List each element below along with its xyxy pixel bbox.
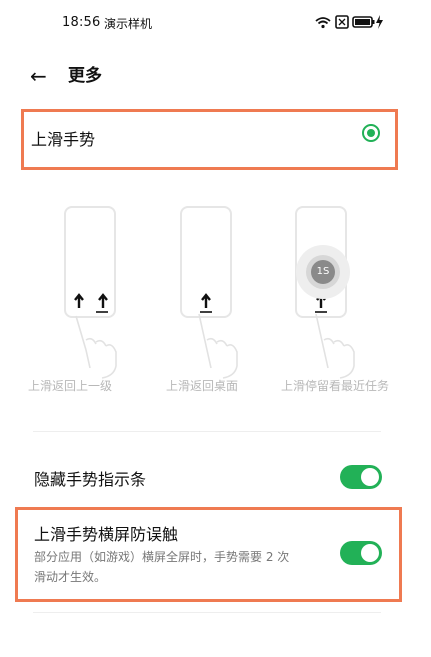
hide-indicator-toggle[interactable] bbox=[340, 465, 382, 489]
hand-swipe-icon bbox=[198, 313, 238, 379]
landscape-guard-toggle[interactable] bbox=[340, 541, 382, 565]
gesture-demos: 上滑返回上一级 上滑返回桌面 1S 上滑停留看最近任务 bbox=[0, 200, 431, 393]
status-time: 18:56 bbox=[62, 15, 101, 30]
arrow-left-icon: ← bbox=[30, 64, 47, 88]
gesture-option-row[interactable]: 上滑手势 bbox=[24, 112, 395, 167]
sim-icon bbox=[335, 15, 349, 29]
radio-selected-icon[interactable] bbox=[362, 124, 380, 142]
up-arrow-icon bbox=[74, 293, 84, 308]
divider bbox=[33, 612, 381, 613]
caption-recent: 上滑停留看最近任务 bbox=[281, 379, 390, 393]
up-arrow-icon bbox=[98, 293, 108, 308]
back-button[interactable]: ← bbox=[30, 64, 47, 88]
divider bbox=[33, 431, 381, 432]
up-arrow-icon bbox=[201, 293, 211, 308]
hold-timer-badge: 1S bbox=[311, 260, 335, 284]
caption-home: 上滑返回桌面 bbox=[166, 379, 239, 393]
status-app-label: 演示样机 bbox=[104, 17, 153, 31]
hide-indicator-label: 隐藏手势指示条 bbox=[34, 470, 147, 489]
hand-swipe-icon bbox=[315, 313, 355, 379]
landscape-guard-row[interactable]: 上滑手势横屏防误触 部分应用（如游戏）横屏全屏时，手势需要 2 次 滑动才生效。 bbox=[18, 510, 399, 599]
wifi-icon bbox=[315, 17, 331, 29]
caption-back: 上滑返回上一级 bbox=[28, 379, 113, 393]
landscape-guard-desc-line1: 部分应用（如游戏）横屏全屏时，手势需要 2 次 bbox=[34, 550, 290, 564]
gesture-option-label: 上滑手势 bbox=[31, 130, 96, 149]
landscape-guard-label: 上滑手势横屏防误触 bbox=[34, 525, 179, 544]
hide-indicator-row[interactable]: 隐藏手势指示条 bbox=[24, 455, 395, 499]
status-icons bbox=[314, 12, 386, 32]
battery-charging-icon bbox=[352, 15, 383, 29]
landscape-guard-desc-line2: 滑动才生效。 bbox=[34, 570, 107, 584]
phone-illustration-back bbox=[64, 206, 116, 318]
phone-illustration-home bbox=[180, 206, 232, 318]
hand-swipe-icon bbox=[75, 315, 117, 379]
page-title: 更多 bbox=[68, 66, 102, 86]
